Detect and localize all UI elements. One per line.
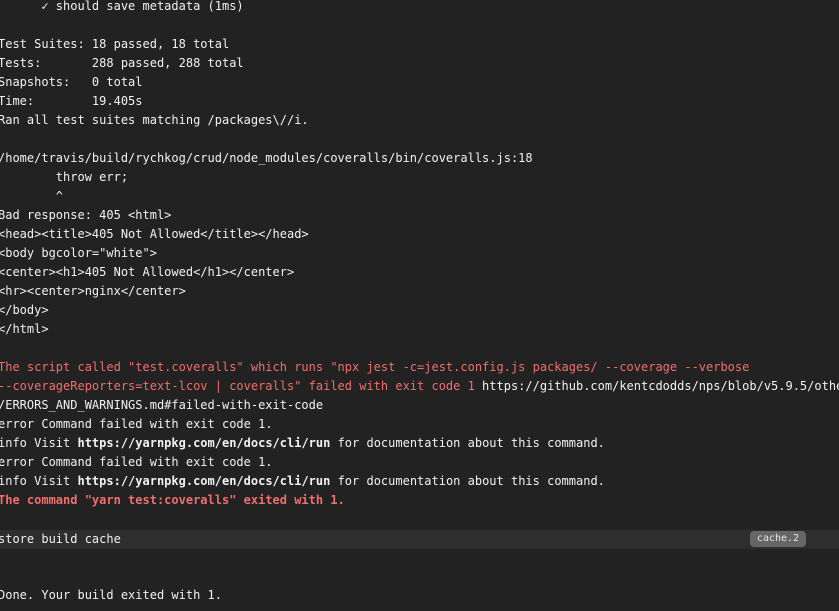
info-suffix: for documentation about this command.	[330, 436, 605, 450]
yarn-docs-link[interactable]: https://yarnpkg.com/en/docs/cli/run	[77, 436, 330, 450]
snapshots-summary: Snapshots: 0 total	[0, 75, 143, 89]
info-prefix: info Visit	[0, 474, 78, 488]
throw-line: throw err;	[0, 170, 129, 184]
tests-summary: Tests: 288 passed, 288 total	[0, 56, 244, 70]
time-summary: Time: 19.405s	[0, 94, 143, 108]
html-body-open-line: <body bgcolor="white">	[0, 246, 157, 260]
html-body-close-line: </body>	[0, 303, 49, 317]
info-line-1: info Visit https://yarnpkg.com/en/docs/c…	[0, 434, 605, 453]
fold-label: store build cache	[0, 532, 121, 546]
fold-store-build-cache[interactable]: store build cache cache.2	[0, 530, 839, 549]
nps-docs-link[interactable]: https://github.com/kentcdodds/nps/blob/v…	[475, 379, 839, 393]
bad-response-line: Bad response: 405 <html>	[0, 208, 172, 222]
html-head-line: <head><title>405 Not Allowed</title></he…	[0, 227, 309, 241]
error-line-1: error Command failed with exit code 1.	[0, 417, 273, 431]
script-error-red-text: --coverageReporters=text-lcov | coverall…	[0, 379, 475, 393]
info-prefix: info Visit	[0, 436, 78, 450]
yarn-docs-link[interactable]: https://yarnpkg.com/en/docs/cli/run	[77, 474, 330, 488]
script-error-line-1: The script called "test.coveralls" which…	[0, 360, 750, 374]
build-log: ✓ should save metadata (1ms) Test Suites…	[0, 0, 839, 611]
command-exited-line: The command "yarn test:coveralls" exited…	[0, 493, 345, 507]
script-error-line-2: --coverageReporters=text-lcov | coverall…	[0, 377, 839, 396]
error-path-line: /home/travis/build/rychkog/crud/node_mod…	[0, 151, 533, 165]
html-center-line: <center><h1>405 Not Allowed</h1></center…	[0, 265, 295, 279]
html-close-line: </html>	[0, 322, 49, 336]
test-pass-line: ✓ should save metadata (1ms)	[0, 0, 244, 13]
cache-badge: cache.2	[750, 531, 806, 547]
caret-line: ^	[0, 189, 64, 203]
html-hr-line: <hr><center>nginx</center>	[0, 284, 186, 298]
test-suites-summary: Test Suites: 18 passed, 18 total	[0, 37, 230, 51]
info-suffix: for documentation about this command.	[330, 474, 605, 488]
info-line-2: info Visit https://yarnpkg.com/en/docs/c…	[0, 472, 605, 491]
error-line-2: error Command failed with exit code 1.	[0, 455, 273, 469]
ran-suites-line: Ran all test suites matching /packages\/…	[0, 113, 309, 127]
done-line: Done. Your build exited with 1.	[0, 588, 222, 602]
errors-md-line: /ERRORS_AND_WARNINGS.md#failed-with-exit…	[0, 398, 324, 412]
